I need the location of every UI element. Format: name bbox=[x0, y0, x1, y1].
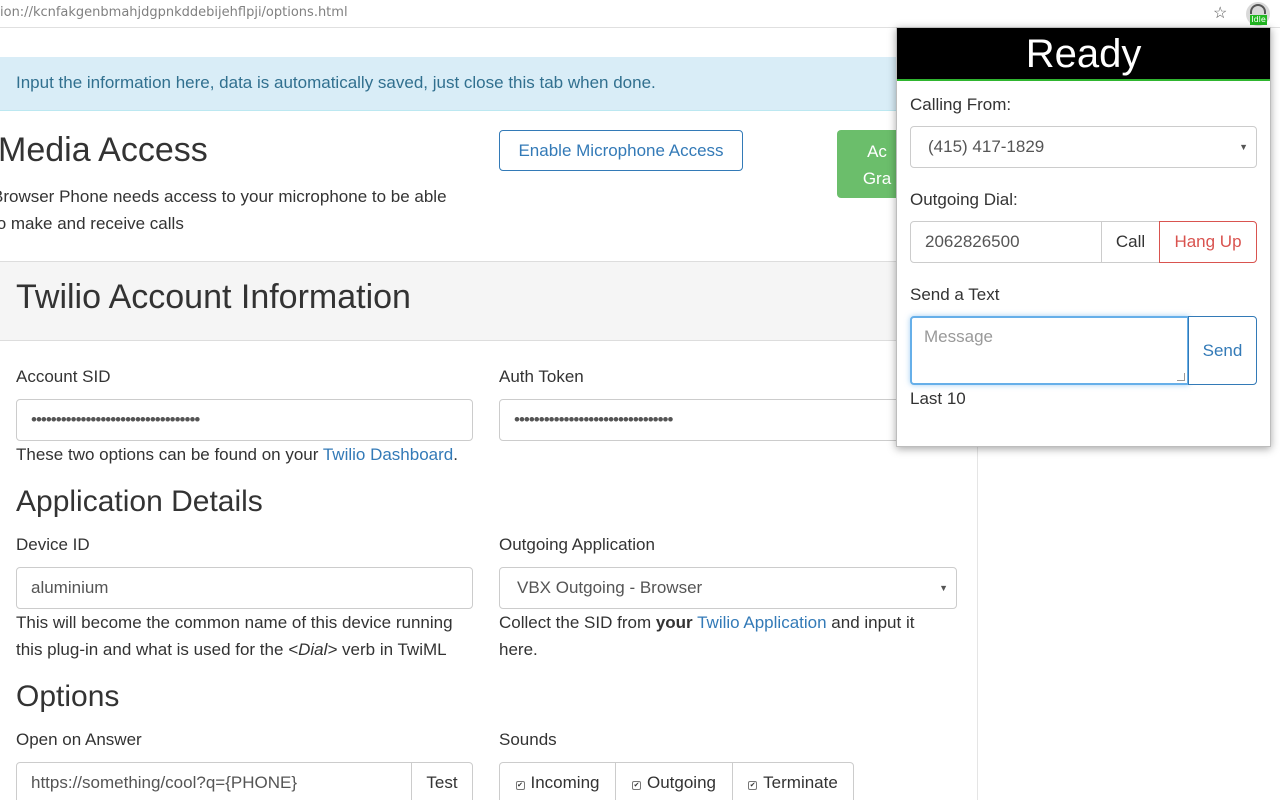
last-10-link[interactable]: Last 10 bbox=[910, 389, 966, 409]
checkbox-icon: ✔ bbox=[515, 781, 525, 790]
signal-icon bbox=[1250, 4, 1266, 14]
outgoing-help-c: and input it bbox=[826, 613, 915, 632]
outgoing-help-bold: your bbox=[655, 613, 693, 632]
dial-number-input[interactable]: 2062826500 bbox=[910, 221, 1102, 263]
checkbox-icon: ✔ bbox=[632, 781, 641, 790]
calling-from-value: (415) 417-1829 bbox=[928, 137, 1045, 156]
outgoing-application-help: Collect the SID from your Twilio Applica… bbox=[499, 609, 959, 663]
account-sid-input[interactable]: •••••••••••••••••••••••••••••••••• bbox=[16, 399, 473, 441]
resize-handle-icon[interactable] bbox=[1177, 373, 1185, 381]
outgoing-application-value: VBX Outgoing - Browser bbox=[517, 578, 703, 597]
select-caret-icon: ▼ bbox=[939, 583, 948, 593]
twilio-dashboard-link[interactable]: Twilio Dashboard bbox=[323, 445, 453, 464]
status-bar: Ready bbox=[897, 28, 1270, 81]
sound-terminate-toggle[interactable]: ✔ Terminate bbox=[732, 762, 854, 800]
device-id-input[interactable]: aluminium bbox=[16, 567, 473, 609]
calling-from-select[interactable]: (415) 417-1829 ▼ bbox=[910, 126, 1257, 168]
open-on-answer-label: Open on Answer bbox=[16, 730, 142, 749]
twilio-help-prefix: These two options can be found on your bbox=[16, 445, 323, 464]
twilio-section-header: Twilio Account Information bbox=[0, 261, 977, 341]
info-alert: Input the information here, data is auto… bbox=[0, 57, 977, 111]
options-page: Input the information here, data is auto… bbox=[0, 29, 978, 800]
message-placeholder: Message bbox=[924, 327, 993, 346]
outgoing-help-line-2: here. bbox=[499, 640, 538, 659]
outgoing-help-a: Collect the SID from bbox=[499, 613, 656, 632]
twilio-help-suffix: . bbox=[453, 445, 458, 464]
device-id-label: Device ID bbox=[16, 535, 90, 554]
sound-outgoing-toggle[interactable]: ✔ Outgoing bbox=[615, 762, 733, 800]
address-bar[interactable]: ion://kcnfakgenbmahjdgpnkddebijehflpji/o… bbox=[0, 5, 348, 20]
select-caret-icon: ▼ bbox=[1239, 142, 1248, 152]
send-text-label: Send a Text bbox=[910, 285, 1000, 304]
open-on-answer-input[interactable]: https://something/cool?q={PHONE} bbox=[16, 762, 413, 800]
device-id-help: This will become the common name of this… bbox=[16, 609, 486, 663]
media-access-title: Media Access bbox=[0, 131, 208, 169]
device-help-2a: this plug-in and what is used for the bbox=[16, 640, 289, 659]
call-button[interactable]: Call bbox=[1101, 221, 1160, 263]
sound-incoming-toggle[interactable]: ✔ Incoming bbox=[499, 762, 616, 800]
sounds-label: Sounds bbox=[499, 730, 557, 749]
media-access-description: Browser Phone needs access to your micro… bbox=[0, 183, 472, 237]
device-help-line-2: this plug-in and what is used for the <D… bbox=[16, 636, 486, 663]
twilio-help-text: These two options can be found on your T… bbox=[16, 441, 458, 468]
device-help-line-1: This will become the common name of this… bbox=[16, 613, 453, 632]
sound-terminate-label: Terminate bbox=[763, 773, 838, 792]
media-desc-line-1: Browser Phone needs access to your micro… bbox=[0, 187, 447, 206]
message-textarea[interactable]: Message bbox=[910, 316, 1189, 385]
enable-microphone-button[interactable]: Enable Microphone Access bbox=[499, 130, 743, 171]
twilio-section-title: Twilio Account Information bbox=[16, 278, 411, 316]
device-help-2c: verb in TwiML bbox=[337, 640, 447, 659]
browser-toolbar: ion://kcnfakgenbmahjdgpnkddebijehflpji/o… bbox=[0, 0, 1280, 28]
outgoing-application-label: Outgoing Application bbox=[499, 535, 655, 554]
checkbox-icon: ✔ bbox=[748, 781, 758, 790]
send-button[interactable]: Send bbox=[1188, 316, 1257, 385]
media-desc-line-2: to make and receive calls bbox=[0, 214, 184, 233]
sound-incoming-label: Incoming bbox=[530, 773, 600, 792]
sound-outgoing-label: Outgoing bbox=[647, 773, 716, 792]
options-title: Options bbox=[16, 680, 120, 713]
outgoing-help-line-1: Collect the SID from your Twilio Applica… bbox=[499, 609, 959, 636]
extension-icon[interactable]: Idle bbox=[1246, 2, 1270, 26]
twilio-application-link[interactable]: Twilio Application bbox=[697, 613, 826, 632]
auth-token-input[interactable]: •••••••••••••••••••••••••••••••• bbox=[499, 399, 957, 441]
hang-up-button[interactable]: Hang Up bbox=[1159, 221, 1257, 263]
auth-token-label: Auth Token bbox=[499, 367, 584, 386]
outgoing-dial-label: Outgoing Dial: bbox=[910, 190, 1018, 209]
calling-from-label: Calling From: bbox=[910, 95, 1012, 114]
application-details-title: Application Details bbox=[16, 485, 263, 518]
account-sid-label: Account SID bbox=[16, 367, 111, 386]
test-button[interactable]: Test bbox=[411, 762, 473, 800]
bookmark-star-icon[interactable]: ☆ bbox=[1213, 3, 1227, 23]
phone-popup: Ready Calling From: (415) 417-1829 ▼ Out… bbox=[896, 27, 1271, 447]
extension-badge: Idle bbox=[1250, 15, 1267, 25]
dial-verb: <Dial> bbox=[288, 640, 338, 659]
outgoing-application-select[interactable]: VBX Outgoing - Browser ▼ bbox=[499, 567, 957, 609]
